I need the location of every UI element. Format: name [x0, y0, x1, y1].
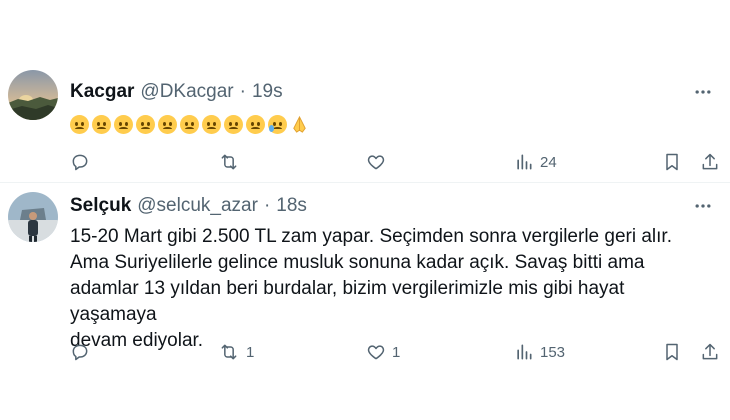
views-button[interactable]: 24	[514, 152, 557, 172]
bookmark-button[interactable]	[662, 342, 682, 362]
emoji-content	[70, 112, 710, 136]
bookmark-button[interactable]	[662, 152, 682, 172]
more-icon[interactable]	[690, 79, 716, 105]
tweet-actions: 24	[70, 149, 720, 175]
share-icon	[702, 343, 718, 360]
tweet-text-line: Ama Suriyelilerle gelince musluk sonuna …	[70, 252, 645, 273]
avatar[interactable]	[8, 70, 58, 120]
retweet-button[interactable]: 1	[218, 342, 254, 362]
disappointed-emoji-icon	[114, 114, 133, 134]
disappointed-emoji-icon	[92, 114, 111, 134]
tweet-text-line: 15-20 Mart gibi 2.500 TL zam yapar. Seçi…	[70, 226, 672, 247]
tweet-text: 15-20 Mart gibi 2.500 TL zam yapar. Seçi…	[70, 224, 710, 354]
like-button[interactable]: 1	[366, 342, 400, 362]
bookmark-icon	[666, 343, 678, 361]
views-icon	[517, 344, 532, 360]
author-handle[interactable]: @selcuk_azar	[137, 195, 258, 217]
author-name[interactable]: Kacgar	[70, 81, 134, 103]
disappointed-emoji-icon	[136, 114, 155, 134]
tweet-header: Kacgar @DKacgar · 19s	[70, 79, 283, 105]
author-handle[interactable]: @DKacgar	[140, 81, 233, 103]
views-icon	[517, 154, 532, 170]
avatar[interactable]	[8, 192, 58, 242]
tweet-text-line: adamlar 13 yıldan beri burdalar, bizim v…	[70, 278, 625, 325]
like-icon	[367, 155, 385, 170]
disappointed-emoji-icon	[180, 114, 199, 134]
retweet-button[interactable]	[218, 152, 246, 172]
tweet-selcuk[interactable]: Selçuk @selcuk_azar · 18s 15-20 Mart gib…	[0, 182, 730, 420]
views-button[interactable]: 153	[514, 342, 565, 362]
share-button[interactable]	[700, 342, 720, 362]
separator-dot: ·	[263, 195, 271, 216]
crying-emoji-icon	[268, 114, 287, 134]
reply-icon	[72, 344, 88, 361]
disappointed-emoji-icon	[158, 114, 177, 134]
views-count: 24	[540, 153, 557, 171]
folded-hands-emoji-icon	[290, 115, 309, 134]
retweet-count: 1	[246, 343, 255, 361]
tweet-kacgar[interactable]: Kacgar @DKacgar · 19s 24	[0, 0, 730, 182]
separator-dot: ·	[239, 81, 246, 102]
like-button[interactable]	[366, 152, 392, 172]
worried-emoji-icon	[224, 114, 243, 134]
disappointed-emoji-icon	[70, 114, 89, 134]
more-icon[interactable]	[690, 193, 716, 219]
reply-button[interactable]	[70, 152, 96, 172]
author-name[interactable]: Selçuk	[70, 195, 131, 217]
like-icon	[367, 345, 385, 360]
timestamp[interactable]: 18s	[276, 195, 307, 217]
tweet-header: Selçuk @selcuk_azar · 18s	[70, 193, 307, 219]
share-button[interactable]	[700, 152, 720, 172]
bookmark-icon	[666, 153, 678, 171]
views-count: 153	[540, 343, 566, 361]
reply-icon	[72, 154, 88, 171]
slightly-frowning-emoji-icon	[246, 114, 265, 134]
reply-button[interactable]	[70, 342, 96, 362]
tweet-actions: 1 1 153	[70, 339, 720, 365]
retweet-icon	[221, 344, 237, 360]
timestamp[interactable]: 19s	[252, 81, 283, 103]
disappointed-emoji-icon	[202, 114, 221, 134]
like-count: 1	[392, 343, 401, 361]
retweet-icon	[221, 154, 237, 170]
share-icon	[702, 153, 718, 170]
